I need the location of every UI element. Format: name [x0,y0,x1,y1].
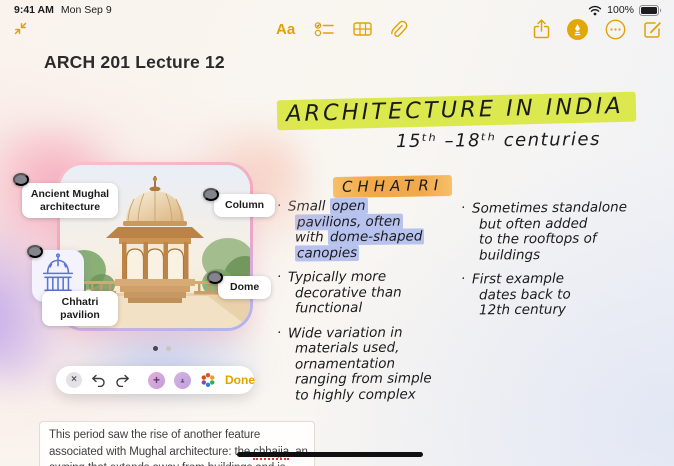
close-icon[interactable]: × [66,372,82,388]
wifi-icon [588,5,602,16]
compose-icon[interactable] [643,20,662,39]
remove-sketch-button[interactable] [27,245,43,258]
bullet-marker: · [461,272,466,319]
remove-tag-column-button[interactable] [203,188,219,201]
tag-chhatri-pavilion[interactable]: Chhatri pavilion [42,291,118,326]
attachment-icon[interactable] [391,20,408,38]
tag-column[interactable]: Column [214,194,275,217]
bullet-marker: · [461,201,466,263]
handwritten-text: but often added [479,215,588,232]
bullet-lines: Small openpavilions, oftenwith dome-shap… [288,199,424,261]
bullet-lines: Sometimes standalonebut often addedto th… [472,201,627,263]
battery-icon [639,5,662,16]
handwritten-text: First example [472,271,564,288]
more-ellipsis-icon[interactable] [605,19,626,40]
action-toolbar [533,17,662,41]
body-text: This period saw the rise of another feat… [49,429,260,441]
page-dot-active[interactable] [153,346,158,351]
orange-highlight: CHHATRI [333,175,453,198]
handwritten-text: materials used, [295,340,400,357]
share-icon[interactable] [533,19,550,39]
page-title: ARCH 201 Lecture 12 [44,52,225,73]
note-body-textbox[interactable]: This period saw the rise of another feat… [39,421,315,466]
handwritten-text: 12th century [479,302,566,319]
handwritten-subheading: 15ᵗʰ –18ᵗʰ centuries [396,129,601,152]
redo-icon[interactable] [115,374,130,387]
text-format-button[interactable]: Aa [276,21,295,38]
tag-dome[interactable]: Dome [218,276,271,299]
handwritten-heading: ARCHITECTURE IN INDIA [277,92,636,131]
done-button[interactable]: Done [225,373,255,387]
person-button[interactable] [174,372,191,389]
handwritten-bullet: ·First exampledates back to12th century [461,272,669,319]
home-indicator[interactable] [237,452,423,457]
handwritten-text: buildings [479,247,540,264]
handwritten-line: buildings [472,247,627,264]
handwritten-text: Sometimes standalone [472,199,627,216]
image-playground-flower-icon[interactable] [200,372,216,388]
handwritten-line: materials used, [288,340,432,357]
blue-highlight: open [330,198,368,214]
add-button[interactable]: + [148,372,165,389]
handwritten-text: ranging from simple [295,370,432,387]
notes-app-window: 9:41 AM Mon Sep 9 100% Aa [0,0,674,466]
text-format-label: Aa [276,21,295,38]
handwritten-line: First example [472,272,571,288]
blue-highlight: pavilions, often [295,213,403,230]
status-date: Mon Sep 9 [61,4,112,16]
handwritten-line: Small open [288,198,425,215]
handwritten-text: decorative than [295,284,402,301]
body-text: associated with Mughal architecture: the [49,446,253,458]
format-toolbar: Aa [276,17,408,41]
markup-pen-icon[interactable] [567,19,588,40]
remove-tag-mughal-button[interactable] [13,173,29,186]
handwritten-text: ornamentation [295,355,395,372]
image-edit-toolbar: × + Done [56,366,254,394]
body-text: awning that extends away from buildings … [49,462,285,466]
handwritten-line: to the rooftops of [472,231,627,248]
body-text-line: This period saw the rise of another feat… [49,427,305,444]
table-button[interactable] [353,21,372,37]
handwritten-line: canopies [288,245,425,262]
handwritten-text: to highly complex [295,386,416,403]
collapse-arrows-icon[interactable] [13,21,28,36]
tag-ancient-mughal-architecture[interactable]: Ancient Mughal architecture [22,183,118,218]
checklist-button[interactable] [314,21,334,37]
status-time: 9:41 AM [14,4,54,16]
handwritten-line: Sometimes standalone [472,200,627,217]
yellow-highlight: ARCHITECTURE IN INDIA [277,92,636,131]
page-dots[interactable] [153,346,171,351]
bullet-list-right: ·Sometimes standalonebut often addedto t… [461,201,669,328]
blue-highlight: dome-shaped [328,228,425,245]
handwritten-bullet: ·Sometimes standalonebut often addedto t… [461,201,669,263]
handwritten-section-title: CHHATRI [333,175,453,198]
handwritten-text: dates back to [479,286,571,303]
undo-icon[interactable] [91,374,106,387]
handwritten-line: to highly complex [288,387,432,404]
handwritten-line: with dome-shaped [288,229,425,246]
handwritten-text: to the rooftops of [479,231,597,248]
battery-percent: 100% [607,4,634,16]
page-dot-inactive[interactable] [166,346,171,351]
body-text-line: awning that extends away from buildings … [49,460,305,466]
status-bar: 9:41 AM Mon Sep 9 100% [14,3,662,17]
bullet-lines: Wide variation inmaterials used,ornament… [288,326,432,404]
handwritten-line: 12th century [472,303,571,319]
remove-tag-dome-button[interactable] [207,271,223,284]
bullet-lines: First exampledates back to12th century [472,272,571,319]
